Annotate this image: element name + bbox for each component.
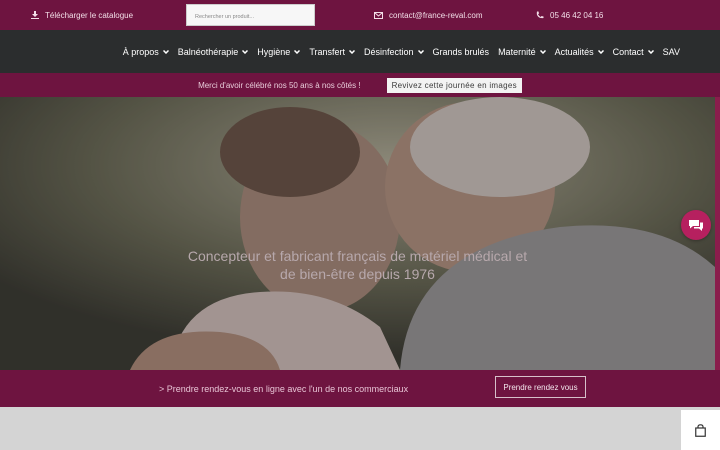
chat-icon [689,219,703,231]
main-navbar: À propos Balnéothérapie Hygiène Transfer… [0,30,720,73]
nav-label: À propos [122,46,159,57]
page-scrollbar[interactable] [715,97,720,370]
product-search[interactable] [186,4,315,27]
catalogue-label: Télécharger le catalogue [45,10,134,20]
chevron-down-icon [242,49,249,54]
announcement-bar: Merci d'avoir célébré nos 50 ans à nos c… [0,73,720,97]
top-utility-bar: Télécharger le catalogue contact@france-… [0,0,720,30]
nav-label: Maternité [498,46,536,57]
appointment-text: > Prendre rendez-vous en ligne avec l'un… [159,383,409,394]
phone-link[interactable]: 05 46 42 04 16 [536,0,603,30]
cart-button[interactable] [681,410,720,450]
download-catalogue-link[interactable]: Télécharger le catalogue [31,0,133,30]
nav-label: Actualités [554,46,594,57]
hero-banner: Concepteur et fabricant français de maté… [0,97,715,370]
nav-item-contact[interactable]: Contact [613,47,654,57]
email-text: contact@france-reval.com [389,10,483,20]
phone-icon [536,11,544,19]
nav-item-actualites[interactable]: Actualités [555,47,604,57]
nav-item-maternite[interactable]: Maternité [498,47,546,57]
search-input[interactable] [187,7,314,27]
nav-item-desinfection[interactable]: Désinfection [364,47,424,57]
appointment-bar: > Prendre rendez-vous en ligne avec l'un… [0,370,720,407]
chevron-down-icon [162,49,169,54]
nav-item-hygiene[interactable]: Hygiène [257,46,301,57]
nav-item-transfert[interactable]: Transfert [309,47,355,57]
chevron-down-icon [647,49,654,54]
content-area [0,407,720,450]
hero-overlay [0,97,715,370]
nav-label: Hygiène [257,46,291,57]
relive-day-button[interactable]: Revivez cette journée en images [386,77,522,93]
envelope-icon [374,11,383,19]
chevron-down-icon [597,49,604,54]
book-appointment-button[interactable]: Prendre rendez vous [495,376,586,398]
main-menu: À propos Balnéothérapie Hygiène Transfer… [114,30,680,73]
download-icon [31,11,39,19]
chevron-down-icon [349,49,355,54]
email-link[interactable]: contact@france-reval.com [374,0,483,30]
chevron-down-icon [294,49,301,54]
nav-label: Balnéothérapie [177,46,239,57]
nav-label: Désinfection [364,46,414,57]
nav-item-balneotherapie[interactable]: Balnéothérapie [178,47,249,57]
nav-item-a-propos[interactable]: À propos [123,47,169,57]
nav-item-grands-brules[interactable]: Grands brulés [433,47,490,57]
nav-label: Transfert [309,46,345,57]
chevron-down-icon [417,49,424,54]
hero-title: Concepteur et fabricant français de maté… [187,248,528,282]
announcement-text: Merci d'avoir célébré nos 50 ans à nos c… [198,80,361,90]
chevron-down-icon [539,49,546,54]
phone-text: 05 46 42 04 16 [550,10,604,20]
nav-label: Contact [612,46,644,57]
chat-button[interactable] [681,210,711,240]
nav-label: Grands brulés [432,46,490,57]
nav-item-sav[interactable]: SAV [663,47,680,57]
shopping-bag-icon [695,423,706,437]
nav-label: SAV [662,46,680,57]
